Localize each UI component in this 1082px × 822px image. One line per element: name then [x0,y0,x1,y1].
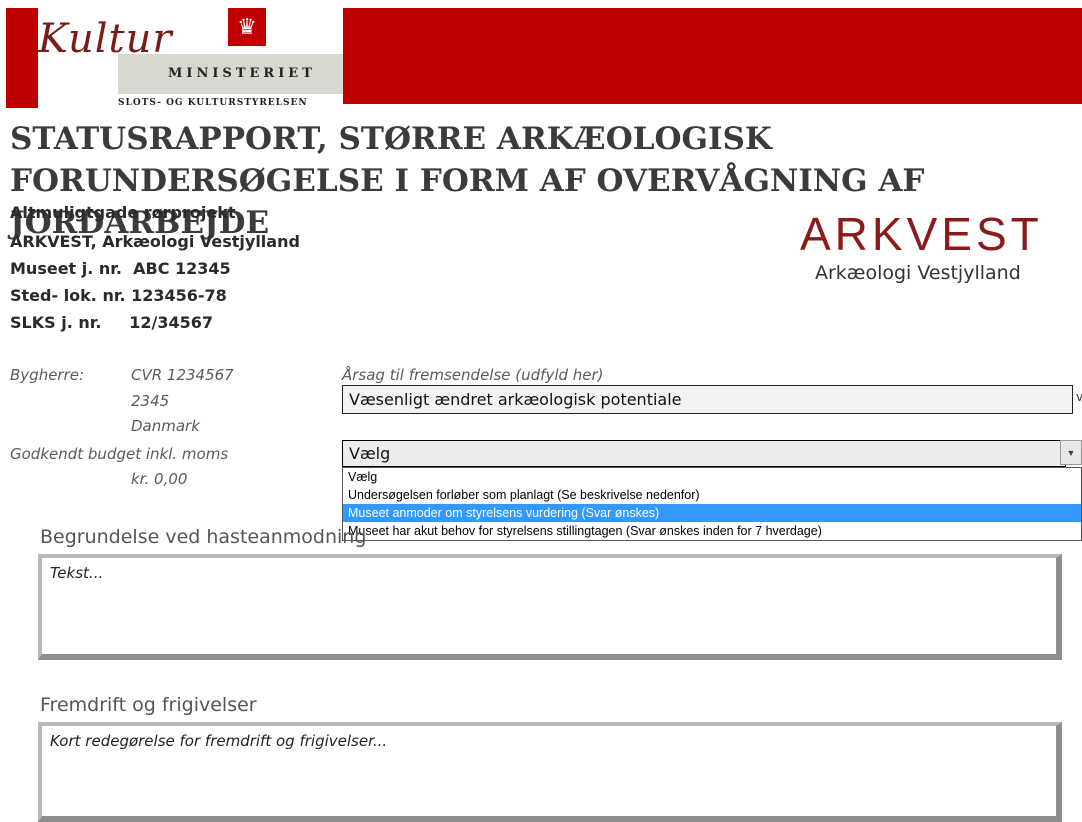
header-banner-left [6,8,38,108]
logo-script-text: Kultur [38,16,173,62]
bygherre-postal: 2345 [131,392,170,410]
fremdrift-textarea[interactable]: Kort redegørelse for fremdrift og frigiv… [38,722,1062,822]
priority-option[interactable]: Undersøgelsen forløber som planlagt (Se … [343,486,1081,504]
fremdrift-text: Kort redegørelse for fremdrift og frigiv… [50,732,388,750]
slks-journal-number: SLKS j. nr. 12/34567 [10,313,214,332]
cause-label: Årsag til fremsendelse (udfyld her) [342,366,604,384]
header-banner-right [343,8,1082,104]
priority-dropdown-value: Vælg [349,444,391,463]
museum-name: ARKVEST, Arkæologi Vestjylland [10,232,300,251]
priority-option-highlighted[interactable]: Museet anmoder om styrelsens vurdering (… [343,504,1081,522]
arkvest-logo: ARKVEST [800,208,1043,260]
hasteanmodning-label: Begrundelse ved hasteanmodning [40,526,367,548]
kulturministeriet-logo: Kultur ♛ MINISTERIET SLOTS- OG KULTURSTY… [38,8,343,110]
project-name: Altmuligtgade rørprojekt [10,203,236,222]
arkvest-logo-subtitle: Arkæologi Vestjylland [815,262,1021,284]
priority-options-list: Vælg Undersøgelsen forløber som planlagt… [342,467,1082,541]
fremdrift-label: Fremdrift og frigivelser [40,694,257,716]
priority-dropdown[interactable]: Vælg [342,440,1066,467]
hasteanmodning-text: Tekst... [50,564,104,582]
bygherre-label: Bygherre: [10,366,85,384]
dropdown-arrow-icon[interactable]: ▼ [1060,440,1082,465]
priority-option[interactable]: Vælg [343,468,1081,486]
bygherre-cvr: CVR 1234567 [131,366,234,384]
crown-icon: ♛ [228,8,266,46]
budget-label: Godkendt budget inkl. moms [10,445,229,463]
bygherre-country: Danmark [131,417,200,435]
cause-dropdown-value: Væsenligt ændret arkæologisk potentiale [349,390,682,409]
hasteanmodning-textarea[interactable]: Tekst... [38,554,1062,660]
budget-value: kr. 0,00 [131,470,188,488]
cause-dropdown[interactable]: Væsenligt ændret arkæologisk potentiale [342,385,1073,414]
cause-dropdown-marker[interactable]: v [1076,390,1082,404]
site-location-number: Sted- lok. nr. 123456-78 [10,286,227,305]
logo-ministeriet-text: MINISTERIET [168,66,316,81]
museum-journal-number: Museet j. nr. ABC 12345 [10,259,231,278]
priority-option[interactable]: Museet har akut behov for styrelsens sti… [343,522,1081,540]
logo-styrelsen-text: SLOTS- OG KULTURSTYRELSEN [118,98,308,108]
